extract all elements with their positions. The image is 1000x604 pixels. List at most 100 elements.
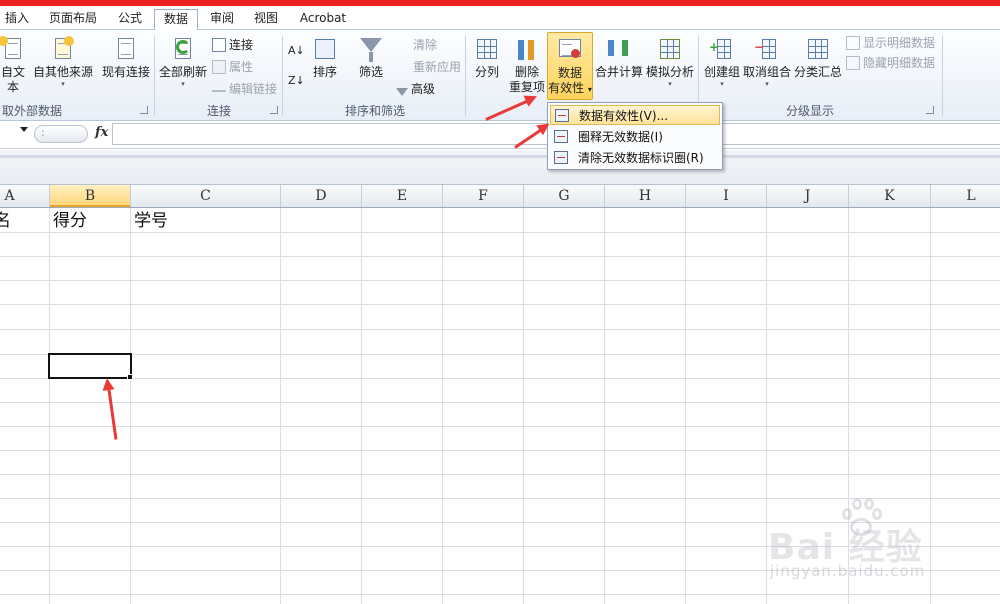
column-header-a[interactable]: A — [0, 185, 50, 207]
column-header-c[interactable]: C — [131, 185, 281, 207]
existing-connections-button[interactable]: 现有连接 — [100, 32, 152, 80]
sort-ascending-button[interactable]: A↓ — [288, 42, 305, 60]
from-text-button[interactable]: 自文本 — [0, 32, 30, 95]
tab-review[interactable]: 审阅 — [202, 9, 242, 31]
from-other-sources-button[interactable]: 自其他来源 ▾ — [32, 32, 94, 89]
menu-item-label: 圈释无效数据(I) — [578, 130, 663, 144]
hide-detail-label: 隐藏明细数据 — [863, 56, 936, 70]
menu-item-circle-invalid[interactable]: 圈释无效数据(I) — [550, 127, 720, 147]
sort-descending-button[interactable]: Z↓ — [288, 72, 305, 90]
consolidate-button[interactable]: 合并计算 — [594, 32, 644, 80]
ungroup-icon: − — [754, 36, 780, 62]
grid-line — [523, 208, 524, 604]
column-header-k[interactable]: K — [849, 185, 931, 207]
column-header-l[interactable]: L — [931, 185, 1000, 207]
menu-item-clear-circles[interactable]: 清除无效数据标识圈(R) — [550, 148, 720, 168]
grid-line — [0, 402, 1000, 403]
tab-data[interactable]: 数据 — [154, 9, 198, 32]
properties-button[interactable]: 属性 — [212, 58, 253, 76]
link-icon — [212, 90, 226, 96]
grid-line — [0, 378, 1000, 379]
refresh-all-button[interactable]: 全部刷新 ▾ — [158, 32, 208, 89]
column-header-e[interactable]: E — [362, 185, 443, 207]
group-separator — [282, 36, 283, 116]
text-file-icon — [0, 36, 26, 62]
tab-insert[interactable]: 插入 — [0, 9, 34, 31]
data-validation-label-2: 有效性 — [548, 81, 585, 95]
subtotal-button[interactable]: 分类汇总 — [794, 32, 842, 80]
chevron-down-icon: ▾ — [181, 80, 185, 88]
from-other-label: 自其他来源 — [32, 65, 93, 79]
sort-ascending-icon: A↓ — [288, 44, 305, 57]
ungroup-button[interactable]: − 取消组合 ▾ — [742, 32, 792, 89]
chevron-down-icon: ▾ — [668, 80, 672, 88]
group-icon: + — [709, 36, 735, 62]
grid-line — [0, 304, 1000, 305]
column-header-b[interactable]: B — [50, 185, 131, 207]
what-if-icon — [657, 36, 683, 62]
active-cell[interactable] — [48, 353, 132, 379]
refresh-icon — [170, 36, 196, 62]
edit-links-button[interactable]: 编辑链接 — [212, 80, 277, 98]
sort-label: 排序 — [312, 65, 337, 79]
grid-line — [0, 474, 1000, 475]
group-label-connections: 连接 — [206, 104, 231, 118]
grid-line — [0, 280, 1000, 281]
hide-detail-button[interactable]: 隐藏明细数据 — [846, 54, 935, 72]
grid-line — [0, 354, 1000, 355]
launcher-icon[interactable] — [140, 106, 148, 114]
remove-duplicates-button[interactable]: 删除 重复项 — [508, 32, 546, 95]
tab-page-layout[interactable]: 页面布局 — [42, 9, 104, 31]
menu-item-data-validation[interactable]: 数据有效性(V)... — [550, 105, 720, 125]
chevron-down-icon: ▾ — [765, 80, 769, 88]
group-label-external: 取外部数据 — [1, 104, 62, 118]
data-validation-button[interactable]: 数据 有效性 ▾ — [547, 32, 593, 100]
what-if-analysis-button[interactable]: 模拟分析 ▾ — [646, 32, 694, 89]
name-box-dropdown-icon[interactable] — [20, 127, 28, 132]
reapply-button[interactable]: 重新应用 — [396, 58, 461, 76]
clear-filter-icon — [396, 38, 410, 52]
launcher-icon[interactable] — [926, 106, 934, 114]
cell-c1[interactable]: 学号 — [134, 210, 168, 232]
subtotal-label: 分类汇总 — [794, 65, 843, 79]
sheet-split-area — [0, 150, 1000, 185]
column-header-h[interactable]: H — [605, 185, 686, 207]
launcher-icon[interactable] — [270, 106, 278, 114]
grid-line — [49, 208, 50, 604]
sort-button[interactable]: 排序 — [308, 32, 342, 80]
group-button[interactable]: + 创建组 ▾ — [702, 32, 742, 89]
connections-label: 连接 — [229, 38, 254, 52]
tab-acrobat[interactable]: Acrobat — [292, 9, 354, 31]
column-header-d[interactable]: D — [281, 185, 362, 207]
grid-line — [361, 208, 362, 604]
text-to-columns-button[interactable]: 分列 — [470, 32, 504, 80]
insert-function-button[interactable]: fx — [95, 125, 108, 140]
properties-label: 属性 — [229, 60, 254, 74]
fill-handle[interactable] — [127, 374, 133, 380]
filter-button[interactable]: 筛选 — [354, 32, 388, 80]
column-header-i[interactable]: I — [686, 185, 767, 207]
what-if-label: 模拟分析 — [646, 65, 695, 79]
connections-button[interactable]: 连接 — [212, 36, 253, 54]
tab-view[interactable]: 视图 — [246, 9, 286, 31]
tab-formulas[interactable]: 公式 — [110, 9, 150, 31]
show-detail-button[interactable]: 显示明细数据 — [846, 34, 935, 52]
circle-invalid-icon — [554, 130, 568, 143]
column-header-g[interactable]: G — [524, 185, 605, 207]
column-header-j[interactable]: J — [767, 185, 849, 207]
clear-filter-button[interactable]: 清除 — [396, 36, 437, 54]
properties-icon — [212, 60, 226, 74]
consolidate-icon — [606, 36, 632, 62]
grid-line — [930, 208, 931, 604]
advanced-filter-button[interactable]: 高级 — [396, 80, 435, 98]
chevron-down-icon: ▾ — [587, 85, 592, 94]
grid-line — [0, 594, 1000, 595]
subtotal-icon — [805, 36, 831, 62]
formula-bar-resize-handle[interactable] — [34, 125, 88, 143]
existing-connections-icon — [113, 36, 139, 62]
column-header-f[interactable]: F — [443, 185, 524, 207]
cell-b1[interactable]: 得分 — [53, 210, 87, 232]
advanced-label: 高级 — [411, 82, 436, 96]
group-label: 创建组 — [703, 65, 740, 79]
cell-a1[interactable]: 名 — [0, 210, 11, 232]
